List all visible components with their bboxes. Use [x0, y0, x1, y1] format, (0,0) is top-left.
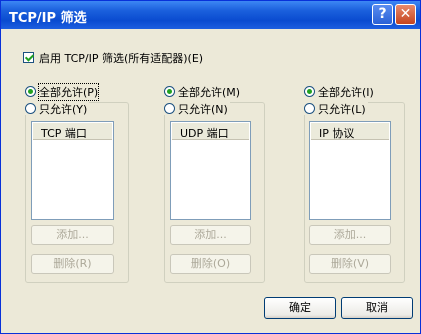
ip-protocol-header-label: IP 协议 [319, 127, 355, 140]
help-icon: ? [378, 6, 387, 22]
udp-port-list[interactable]: UDP 端口 [170, 121, 251, 220]
udp-add-button[interactable]: 添加... [170, 225, 251, 245]
udp-remove-button[interactable]: 删除(O) [170, 254, 251, 274]
enable-tcpip-filter-checkbox[interactable]: 启用 TCP/IP 筛选(所有适配器)(E) [23, 51, 204, 65]
udp-permit-only-label: 只允许(N) [178, 102, 228, 116]
ip-permit-only-radio[interactable]: 只允许(L) [304, 102, 368, 116]
tcp-port-list-header[interactable]: TCP 端口 [33, 123, 112, 140]
close-icon: ✕ [399, 6, 412, 22]
tcp-remove-button[interactable]: 删除(R) [31, 254, 114, 274]
window-title: TCP/IP 筛选 [9, 11, 87, 26]
ip-protocol-list-header[interactable]: IP 协议 [311, 123, 389, 140]
tcp-permit-only-label: 只允许(Y) [39, 102, 88, 116]
udp-port-header-label: UDP 端口 [180, 127, 229, 140]
ok-button[interactable]: 确定 [264, 297, 336, 319]
tcp-permit-all-label: 全部允许(P) [37, 82, 100, 101]
tcp-permit-only-radio[interactable]: 只允许(Y) [25, 102, 90, 116]
enable-tcpip-filter-label: 启用 TCP/IP 筛选(所有适配器)(E) [39, 51, 204, 65]
radio-unselected-icon [164, 103, 175, 114]
tcp-port-list[interactable]: TCP 端口 [31, 121, 114, 220]
radio-unselected-icon [304, 103, 315, 114]
tcp-permit-all-radio[interactable]: 全部允许(P) [25, 82, 100, 101]
help-button[interactable]: ? [372, 4, 393, 25]
radio-selected-icon [164, 86, 175, 97]
udp-permit-all-label: 全部允许(M) [178, 85, 241, 99]
radio-selected-icon [25, 86, 36, 97]
tcpip-filter-dialog: TCP/IP 筛选 ? ✕ 启用 TCP/IP 筛选(所有适配器)(E) 全部允… [0, 0, 421, 334]
ip-remove-button[interactable]: 删除(V) [309, 254, 391, 274]
udp-permit-only-radio[interactable]: 只允许(N) [164, 102, 230, 116]
ip-protocol-list[interactable]: IP 协议 [309, 121, 391, 220]
close-button[interactable]: ✕ [395, 4, 416, 25]
ip-permit-only-label: 只允许(L) [318, 102, 366, 116]
ip-add-button[interactable]: 添加... [309, 225, 391, 245]
tcp-add-button[interactable]: 添加... [31, 225, 114, 245]
cancel-button[interactable]: 取消 [341, 297, 413, 319]
radio-unselected-icon [25, 103, 36, 114]
radio-selected-icon [304, 86, 315, 97]
udp-permit-all-radio[interactable]: 全部允许(M) [164, 85, 241, 99]
checkbox-checked-icon [23, 52, 34, 63]
ip-permit-all-label: 全部允许(I) [318, 85, 374, 99]
udp-port-list-header[interactable]: UDP 端口 [172, 123, 249, 140]
ip-permit-all-radio[interactable]: 全部允许(I) [304, 85, 374, 99]
tcp-port-header-label: TCP 端口 [41, 127, 87, 140]
title-bar[interactable]: TCP/IP 筛选 ? ✕ [1, 1, 420, 29]
